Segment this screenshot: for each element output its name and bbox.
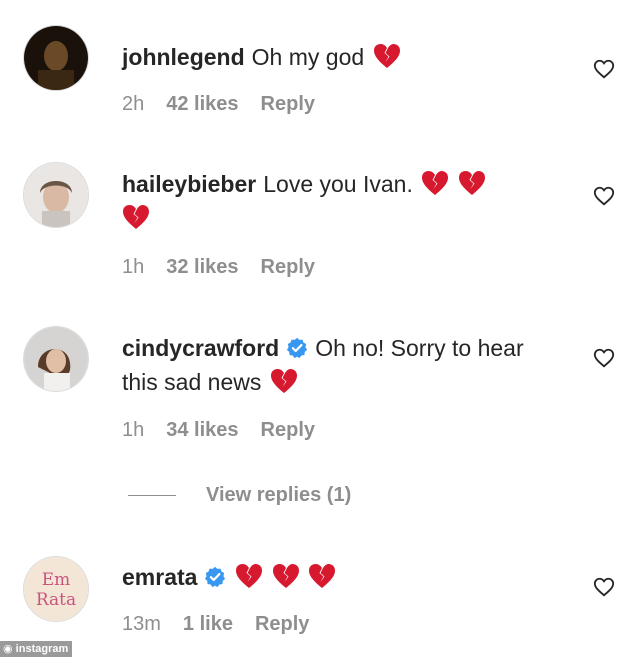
broken-heart-emoji <box>236 564 263 588</box>
comment-likes[interactable]: 32 likes <box>166 256 238 279</box>
avatar-image <box>24 26 88 90</box>
avatar-johnlegend[interactable] <box>24 26 88 90</box>
heart-outline-icon[interactable] <box>593 347 615 369</box>
avatar-text-line-1: Em <box>42 570 71 590</box>
comment-time: 2h <box>122 93 145 115</box>
watermark-label: instagram <box>15 643 69 655</box>
verified-badge-icon <box>205 566 226 588</box>
reply-button[interactable]: Reply <box>261 419 315 442</box>
comment-text-block: emrata <box>122 560 542 594</box>
view-replies-label: View replies (1) <box>206 484 352 506</box>
comment-meta: 1h 32 likes Reply <box>122 256 337 279</box>
heart-outline-icon[interactable] <box>593 185 615 207</box>
comment-likes[interactable]: 1 like <box>183 613 233 636</box>
avatar-image <box>24 327 88 391</box>
watermark: ◉ instagram <box>0 641 73 657</box>
view-replies-line <box>128 495 176 496</box>
comment-username[interactable]: johnlegend <box>122 44 245 70</box>
broken-heart-emoji <box>123 205 149 229</box>
comment-time: 1h <box>122 419 145 441</box>
reply-button[interactable]: Reply <box>261 93 315 116</box>
broken-heart-emoji <box>373 44 400 68</box>
broken-heart-emoji <box>272 564 299 588</box>
comment-text-block: cindycrawford Oh no! Sorry to hear this … <box>122 331 542 399</box>
comment-username[interactable]: haileybieber <box>122 171 256 197</box>
heart-outline-icon[interactable] <box>593 576 615 598</box>
broken-heart-emoji <box>458 171 485 195</box>
avatar-emrata[interactable]: Em Rata <box>24 557 88 621</box>
avatar-text-line-2: Rata <box>36 590 76 610</box>
verified-badge-icon <box>287 337 308 359</box>
reply-button[interactable]: Reply <box>255 613 309 636</box>
broken-heart-emoji <box>270 369 297 393</box>
broken-heart-emoji <box>309 564 336 588</box>
reply-button[interactable]: Reply <box>261 256 315 279</box>
comment-text: Oh my god <box>251 44 365 70</box>
comment-username[interactable]: emrata <box>122 564 197 590</box>
comment-meta: 13m 1 like Reply <box>122 613 331 636</box>
comment-likes[interactable]: 34 likes <box>166 419 238 442</box>
avatar-image <box>24 163 88 227</box>
avatar-haileybieber[interactable] <box>24 163 88 227</box>
view-replies-button[interactable]: View replies (1) <box>128 484 351 507</box>
comment-meta: 2h 42 likes Reply <box>122 93 337 116</box>
comment-meta: 1h 34 likes Reply <box>122 419 337 442</box>
avatar-image: Em Rata <box>24 557 88 621</box>
comment-username[interactable]: cindycrawford <box>122 335 279 361</box>
comment-time: 13m <box>122 613 161 635</box>
comment-text-block: johnlegend Oh my god <box>122 40 542 74</box>
broken-heart-emoji <box>422 171 449 195</box>
comment-time: 1h <box>122 256 145 278</box>
comment-text: Love you Ivan. <box>263 171 413 197</box>
comment-text-block: haileybieber Love you Ivan. <box>122 167 542 235</box>
comment-likes[interactable]: 42 likes <box>166 93 238 116</box>
instagram-icon: ◉ <box>3 643 13 655</box>
heart-outline-icon[interactable] <box>593 58 615 80</box>
avatar-cindycrawford[interactable] <box>24 327 88 391</box>
